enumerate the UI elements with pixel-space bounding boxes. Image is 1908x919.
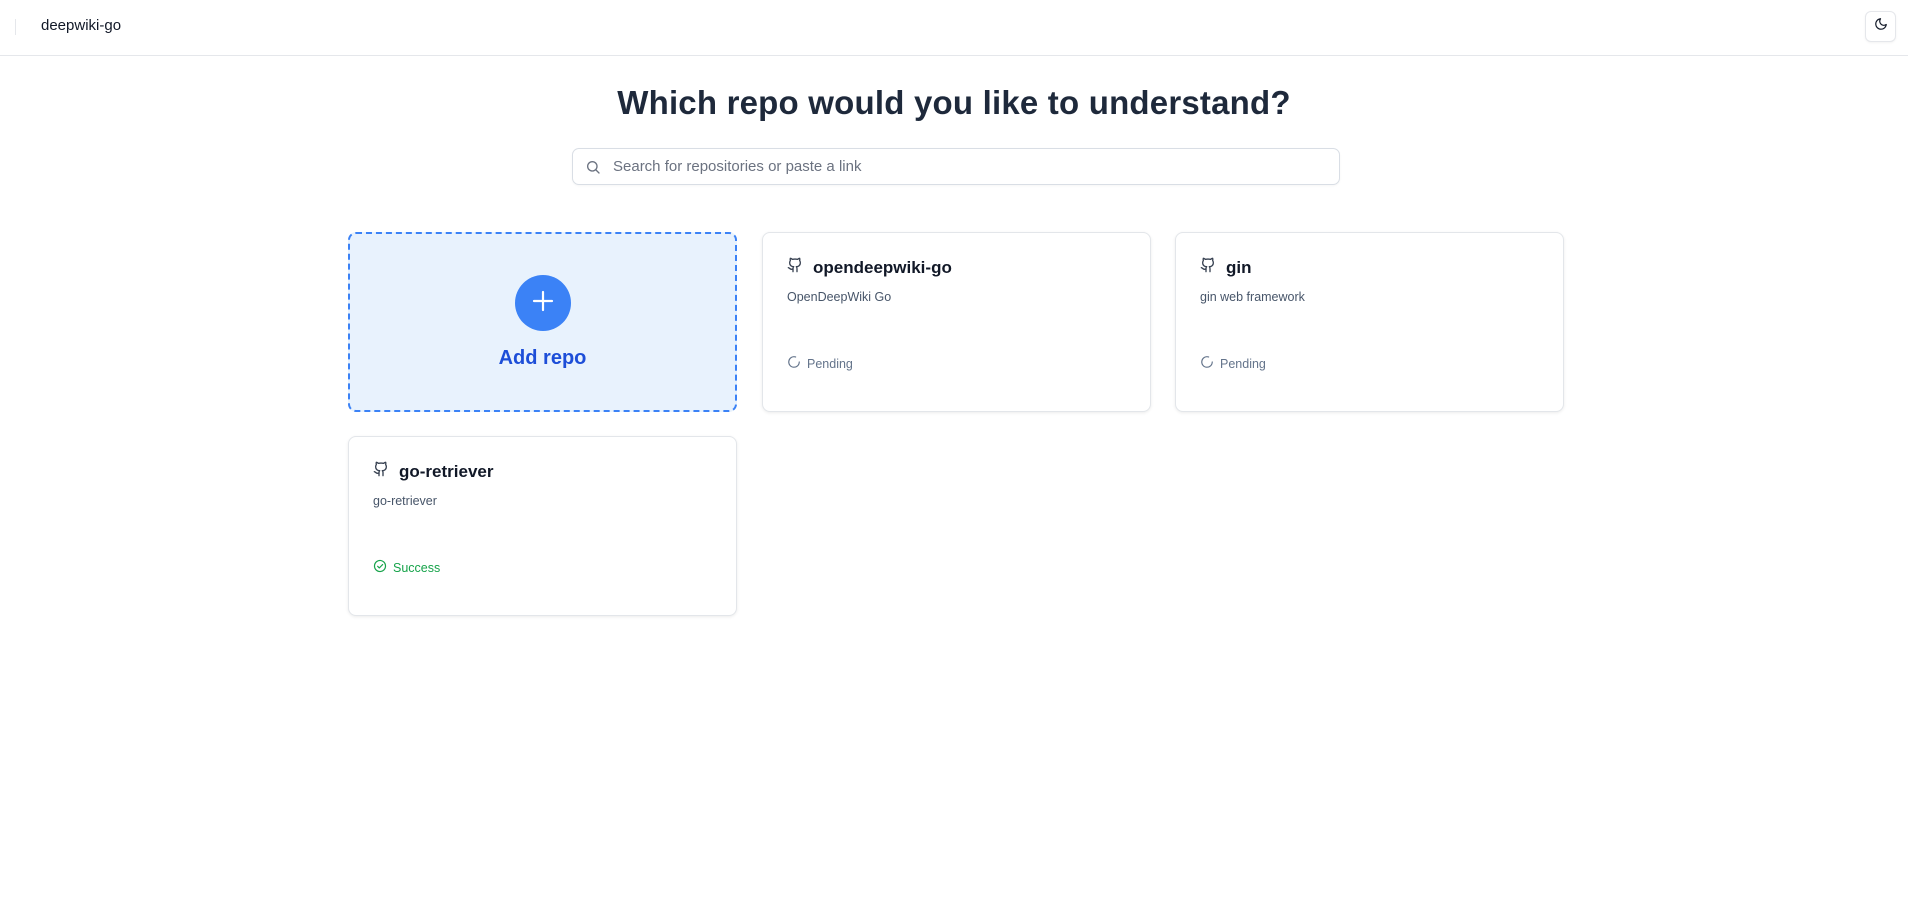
repo-name[interactable]: opendeepwiki-go <box>813 258 952 278</box>
search-input[interactable] <box>613 149 1328 184</box>
github-icon <box>787 257 813 278</box>
github-icon <box>373 461 399 482</box>
status-label: Success <box>393 560 441 575</box>
github-icon <box>1200 257 1226 278</box>
repo-description: go-retriever <box>373 494 437 508</box>
repo-card-go-retriever[interactable]: go-retriever go-retriever Success <box>348 436 737 616</box>
check-circle-icon <box>373 559 393 576</box>
header-divider <box>15 19 16 35</box>
spinner-icon <box>787 355 807 372</box>
status-label: Pending <box>807 356 853 371</box>
add-repo-label: Add repo <box>498 347 587 369</box>
repo-card-opendeepwiki-go[interactable]: opendeepwiki-go OpenDeepWiki Go Pending <box>762 232 1151 412</box>
add-repo-card[interactable]: Add repo <box>348 232 737 412</box>
search-box[interactable] <box>572 148 1340 185</box>
status-label: Pending <box>1220 356 1266 371</box>
plus-icon <box>531 289 555 318</box>
status-badge: Pending <box>787 355 853 372</box>
status-badge: Pending <box>1200 355 1266 372</box>
spinner-icon <box>1200 355 1220 372</box>
repo-description: gin web framework <box>1200 290 1305 304</box>
theme-toggle-button[interactable] <box>1865 11 1896 42</box>
app-title[interactable]: deepwiki-go <box>41 17 121 34</box>
repo-name[interactable]: gin <box>1226 258 1252 278</box>
repo-card-gin[interactable]: gin gin web framework Pending <box>1175 232 1564 412</box>
page-title: Which repo would you like to understand? <box>617 84 1291 121</box>
moon-icon <box>1874 17 1888 36</box>
status-badge: Success <box>373 559 440 576</box>
repo-description: OpenDeepWiki Go <box>787 290 892 304</box>
repo-name[interactable]: go-retriever <box>399 462 493 482</box>
add-repo-button[interactable] <box>514 275 571 331</box>
top-bar: deepwiki-go <box>0 0 1908 56</box>
search-icon <box>585 159 601 180</box>
